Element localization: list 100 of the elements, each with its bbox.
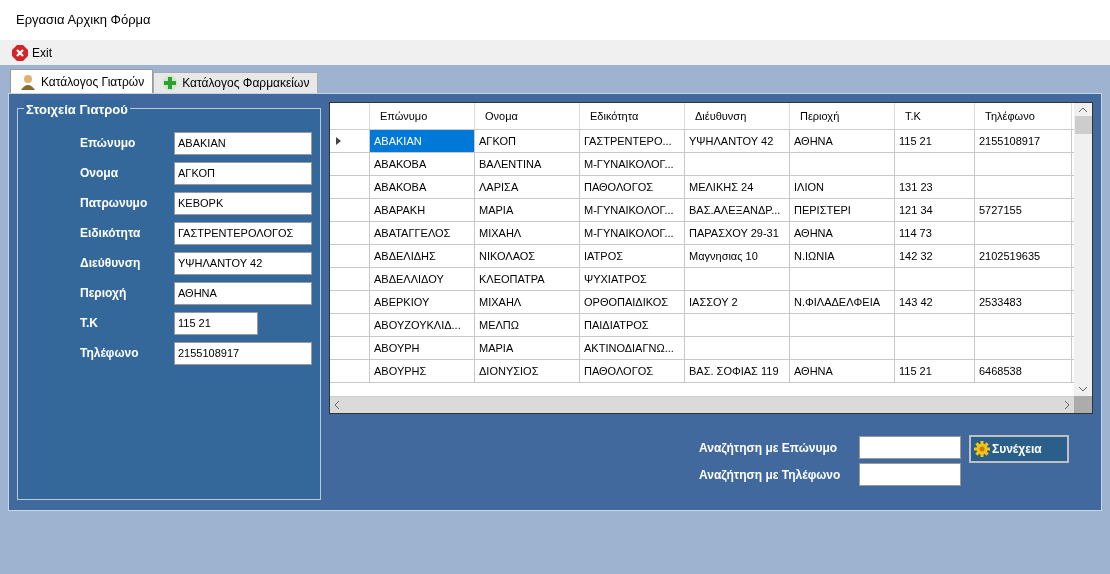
input-field[interactable]: 2155108917 [174, 341, 312, 365]
field-label: Διεύθυνση [80, 255, 142, 272]
column-header[interactable]: Διέυθυνση [685, 103, 790, 129]
table-row[interactable]: ΑΒΑΚΟΒΑ ΛΑΡΙΣΑ ΠΑΘΟΛΟΓΟΣ ΜΕΛΙΚΗΣ 24 ΙΛΙΟΝ 131 23 [330, 176, 1074, 199]
scroll-down-icon[interactable] [1079, 387, 1087, 392]
scrollbar-thumb[interactable] [1074, 116, 1092, 134]
field-label: Τ.Κ [80, 315, 99, 332]
column-header[interactable]: Ονομα [475, 103, 580, 129]
close-icon [12, 44, 28, 61]
input-field[interactable]: ΑΘΗΝΑ [174, 281, 312, 305]
table-cell: ΑΒΔΕΛΛΙΔΟΥ [370, 268, 475, 290]
input-field[interactable]: ΑΓΚΟΠ [174, 161, 312, 185]
field-label: Περιοχή [80, 285, 128, 302]
table-cell: 115 21 [895, 360, 975, 382]
table-cell: ΨΥΧΙΑΤΡΟΣ [580, 268, 685, 290]
field-label: Τηλέφωνο [80, 345, 140, 362]
current-row-icon [336, 137, 341, 145]
table-row[interactable]: ΑΒΕΡΚΙΟΥ ΜΙΧΑΗΛ ΟΡΘΟΠΑΙΔΙΚΟΣ ΙΑΣΣΟΥ 2 Ν.ΦΙΛΑΔΕΛΦΕΙΑ 143 42 2533483 [330, 291, 1074, 314]
table-cell: ΑΒΑΚΟΒΑ [370, 153, 475, 175]
input-field[interactable]: ΥΨΗΛΑΝΤΟΥ 42 [174, 251, 312, 275]
column-header[interactable]: Περιοχή [790, 103, 895, 129]
table-row[interactable]: ΑΒΑΚΟΒΑ ΒΑΛΕΝΤΙΝΑ Μ-ΓΥΝΑΙΚΟΛΟΓ... [330, 153, 1074, 176]
table-cell: 114 73 [895, 222, 975, 244]
input-field[interactable]: ΑΒΑΚΙΑΝ [174, 131, 312, 155]
table-row[interactable]: ΑΒΑΤΑΓΓΕΛΟΣ ΜΙΧΑΗΛ Μ-ΓΥΝΑΙΚΟΛΟΓ... ΠΑΡΑΣΧΟΥ 29-31 ΑΘΗΝΑ 114 73 [330, 222, 1074, 245]
table-cell: ΑΘΗΝΑ [790, 222, 895, 244]
table-cell: ΠΑΘΟΛΟΓΟΣ [580, 176, 685, 198]
vertical-scrollbar[interactable] [1074, 103, 1092, 396]
field-label: Ειδικότητα [80, 225, 142, 242]
table-cell: ΑΒΑΚΟΒΑ [370, 176, 475, 198]
column-header[interactable]: Τ.Κ [895, 103, 975, 129]
table-cell: ΑΓΚΟΠ [475, 130, 580, 152]
search-field[interactable] [859, 463, 961, 486]
table-cell: Μ-ΓΥΝΑΙΚΟΛΟΓ... [580, 153, 685, 175]
table-cell: ΠΑΡΑΣΧΟΥ 29-31 [685, 222, 790, 244]
table-cell: ΜΙΧΑΗΛ [475, 291, 580, 313]
table-cell: ΑΒΑΚΙΑΝ [370, 130, 475, 152]
table-cell: ΥΨΗΛΑΝΤΟΥ 42 [685, 130, 790, 152]
continue-button[interactable]: Συνέχεια [969, 435, 1069, 463]
input-field[interactable]: 115 21 [174, 311, 258, 335]
table-cell: ΑΘΗΝΑ [790, 130, 895, 152]
table-cell: ΜΙΧΑΗΛ [475, 222, 580, 244]
exit-menu-item[interactable]: Exit [12, 43, 52, 62]
table-cell: Ν.ΦΙΛΑΔΕΛΦΕΙΑ [790, 291, 895, 313]
window-title: Εργασια Αρχικη Φόρμα [0, 0, 1110, 40]
table-row[interactable]: ΑΒΟΥΖΟΥΚΛΙΔ... ΜΕΛΠΩ ΠΑΙΔΙΑΤΡΟΣ [330, 314, 1074, 337]
table-cell: 2102519635 [975, 245, 1072, 267]
table-cell: Μ-ΓΥΝΑΙΚΟΛΟΓ... [580, 222, 685, 244]
input-field[interactable]: ΚΕΒΟΡΚ [174, 191, 312, 215]
search-label: Αναζήτηση με Τηλέφωνο [699, 466, 842, 484]
table-cell: ΑΒΟΥΡΗΣ [370, 360, 475, 382]
table-cell: Ν.ΙΩΝΙΑ [790, 245, 895, 267]
scroll-up-icon[interactable] [1079, 107, 1087, 112]
table-cell: 2533483 [975, 291, 1072, 313]
table-cell: ΑΒΟΥΖΟΥΚΛΙΔ... [370, 314, 475, 336]
table-cell: ΟΡΘΟΠΑΙΔΙΚΟΣ [580, 291, 685, 313]
table-row[interactable]: ΑΒΔΕΛΛΙΔΟΥ ΚΛΕΟΠΑΤΡΑ ΨΥΧΙΑΤΡΟΣ [330, 268, 1074, 291]
table-cell: ΙΑΣΣΟΥ 2 [685, 291, 790, 313]
table-cell: ΛΑΡΙΣΑ [475, 176, 580, 198]
table-row[interactable]: ΑΒΑΚΙΑΝ ΑΓΚΟΠ ΓΑΣΤΡΕΝΤΕΡΟ... ΥΨΗΛΑΝΤΟΥ 42 ΑΘΗΝΑ 115 21 2155108917 [330, 130, 1074, 153]
table-cell: ΔΙΟΝΥΣΙΟΣ [475, 360, 580, 382]
table-cell: ΜΕΛΠΩ [475, 314, 580, 336]
search-field[interactable] [859, 436, 961, 459]
table-cell: ΠΕΡΙΣΤΕΡΙ [790, 199, 895, 221]
table-cell: ΑΒΟΥΡΗ [370, 337, 475, 359]
input-field[interactable]: ΓΑΣΤΡΕΝΤΕΡΟΛΟΓΟΣ [174, 221, 312, 245]
tab[interactable]: Κατάλογος Γιατρών [10, 69, 154, 93]
table-cell: ΑΘΗΝΑ [790, 360, 895, 382]
scroll-right-icon[interactable] [1065, 401, 1070, 409]
column-header[interactable]: Εδικότητα [580, 103, 685, 129]
table-cell: ΓΑΣΤΡΕΝΤΕΡΟ... [580, 130, 685, 152]
table-cell: 121 34 [895, 199, 975, 221]
table-cell: ΒΑΣ. ΣΟΦΙΑΣ 119 [685, 360, 790, 382]
tab[interactable]: Κατάλογος Φαρμακείων [153, 72, 319, 93]
person-icon [19, 73, 37, 90]
table-row[interactable]: ΑΒΔΕΛΙΔΗΣ ΝΙΚΟΛΑΟΣ ΙΑΤΡΟΣ Μαγνησιας 10 Ν.ΙΩΝΙΑ 142 32 2102519635 [330, 245, 1074, 268]
search-label: Αναζήτηση με Επώνυμο [699, 439, 839, 457]
plus-icon [162, 75, 179, 91]
field-label: Πατρωνυμο [80, 195, 149, 212]
table-cell: ΑΒΕΡΚΙΟΥ [370, 291, 475, 313]
table-row[interactable]: ΑΒΟΥΡΗ ΜΑΡΙΑ ΑΚΤΙΝΟΔΙΑΓΝΩ... [330, 337, 1074, 360]
table-row[interactable]: ΑΒΟΥΡΗΣ ΔΙΟΝΥΣΙΟΣ ΠΑΘΟΛΟΓΟΣ ΒΑΣ. ΣΟΦΙΑΣ 119 ΑΘΗΝΑ 115 21 6468538 [330, 360, 1074, 383]
table-cell: 115 21 [895, 130, 975, 152]
table-cell: ΝΙΚΟΛΑΟΣ [475, 245, 580, 267]
table-cell: ΑΒΔΕΛΙΔΗΣ [370, 245, 475, 267]
table-cell: ΙΛΙΟΝ [790, 176, 895, 198]
table-cell: ΒΑΣ.ΑΛΕΞΑΝΔΡ... [685, 199, 790, 221]
scroll-left-icon[interactable] [334, 401, 339, 409]
table-cell: ΜΑΡΙΑ [475, 337, 580, 359]
column-header[interactable]: Επώνυμο [370, 103, 475, 129]
table-cell: ΜΕΛΙΚΗΣ 24 [685, 176, 790, 198]
table-cell: 143 42 [895, 291, 975, 313]
table-cell: ΜΑΡΙΑ [475, 199, 580, 221]
table-cell: ΠΑΙΔΙΑΤΡΟΣ [580, 314, 685, 336]
group-title: Στοιχεία Γιατρού [24, 100, 130, 120]
table-row[interactable]: ΑΒΑΡΑΚΗ ΜΑΡΙΑ Μ-ΓΥΝΑΙΚΟΛΟΓ... ΒΑΣ.ΑΛΕΞΑΝΔΡ... ΠΕΡΙΣΤΕΡΙ 121 34 5727155 [330, 199, 1074, 222]
column-header[interactable]: Τηλέφωνο [975, 103, 1072, 129]
table-cell: ΚΛΕΟΠΑΤΡΑ [475, 268, 580, 290]
horizontal-scrollbar[interactable] [330, 396, 1074, 413]
table-cell: ΒΑΛΕΝΤΙΝΑ [475, 153, 580, 175]
